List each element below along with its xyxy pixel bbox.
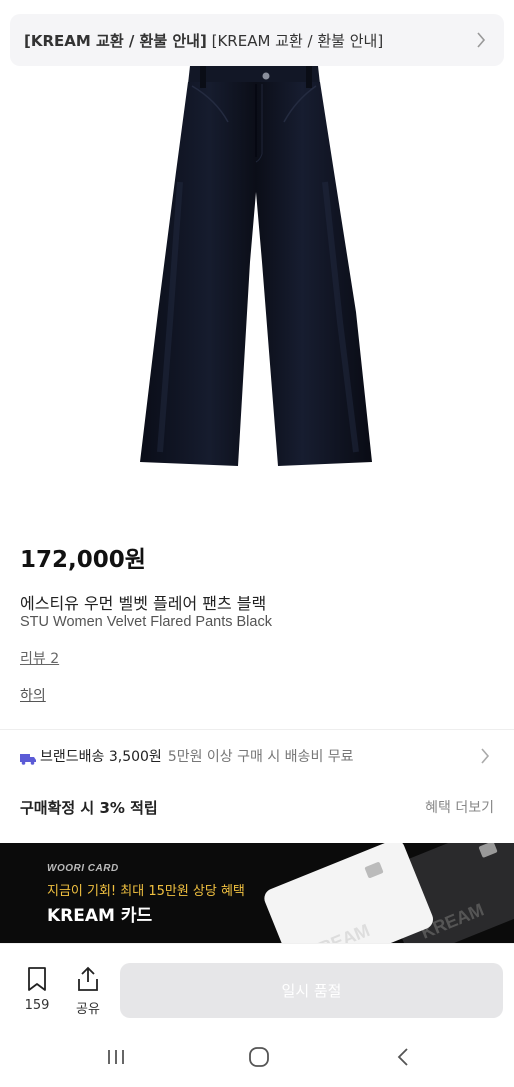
card-illustration: KREAM KREAM: [255, 843, 514, 943]
bookmark-button[interactable]: 159: [17, 966, 57, 1013]
banner-tag: WOORI CARD: [47, 863, 119, 874]
back-icon[interactable]: [388, 1045, 418, 1069]
chevron-right-icon: [476, 747, 494, 765]
truck-icon: [20, 750, 36, 765]
bottom-action-bar: 159 공유 일시 품절: [0, 943, 514, 1027]
banner-promo-line: 지금이 기회! 최대 15만원 상당 혜택: [47, 884, 245, 899]
card-promo-banner[interactable]: WOORI CARD 지금이 기회! 최대 15만원 상당 혜택 KREAM 카…: [0, 843, 514, 943]
recent-apps-icon[interactable]: [101, 1045, 131, 1069]
points-label: 구매확정 시 3% 적립: [20, 798, 158, 817]
category-link[interactable]: 하의: [20, 685, 46, 705]
notice-text: [KREAM 교환 / 환불 안내] [KREAM 교환 / 환불 안내]: [24, 30, 472, 51]
free-shipping-condition: 5만원 이상 구매 시 배송비 무료: [167, 749, 354, 765]
product-price: 172,000원: [20, 547, 146, 573]
chevron-right-icon: [472, 31, 490, 49]
system-navigation-bar: [0, 1027, 514, 1087]
share-button[interactable]: 공유: [68, 966, 108, 1017]
share-label: 공유: [76, 1002, 100, 1017]
share-icon: [76, 966, 100, 996]
temporarily-sold-out-button[interactable]: 일시 품절: [120, 963, 503, 1018]
home-icon[interactable]: [244, 1045, 274, 1069]
exchange-refund-notice[interactable]: [KREAM 교환 / 환불 안내] [KREAM 교환 / 환불 안내]: [10, 14, 504, 66]
banner-title: KREAM 카드: [47, 906, 153, 926]
product-name-english: STU Women Velvet Flared Pants Black: [20, 614, 272, 630]
delivery-fee: 브랜드배송 3,500원: [40, 749, 162, 765]
product-image[interactable]: [120, 62, 394, 472]
bookmark-count: 159: [24, 998, 50, 1013]
review-link[interactable]: 리뷰 2: [20, 648, 59, 668]
product-name-korean: 에스티유 우먼 벨벳 플레어 팬츠 블랙: [20, 594, 267, 613]
benefits-more-link[interactable]: 혜택 더보기: [425, 797, 494, 817]
notice-bold-text: [KREAM 교환 / 환불 안내]: [24, 31, 207, 50]
delivery-info-row[interactable]: 브랜드배송 3,500원 5만원 이상 구매 시 배송비 무료: [0, 730, 514, 782]
notice-plain-text: [KREAM 교환 / 환불 안내]: [206, 31, 384, 50]
points-row: 구매확정 시 3% 적립 혜택 더보기: [0, 783, 514, 831]
bookmark-icon: [26, 966, 48, 996]
